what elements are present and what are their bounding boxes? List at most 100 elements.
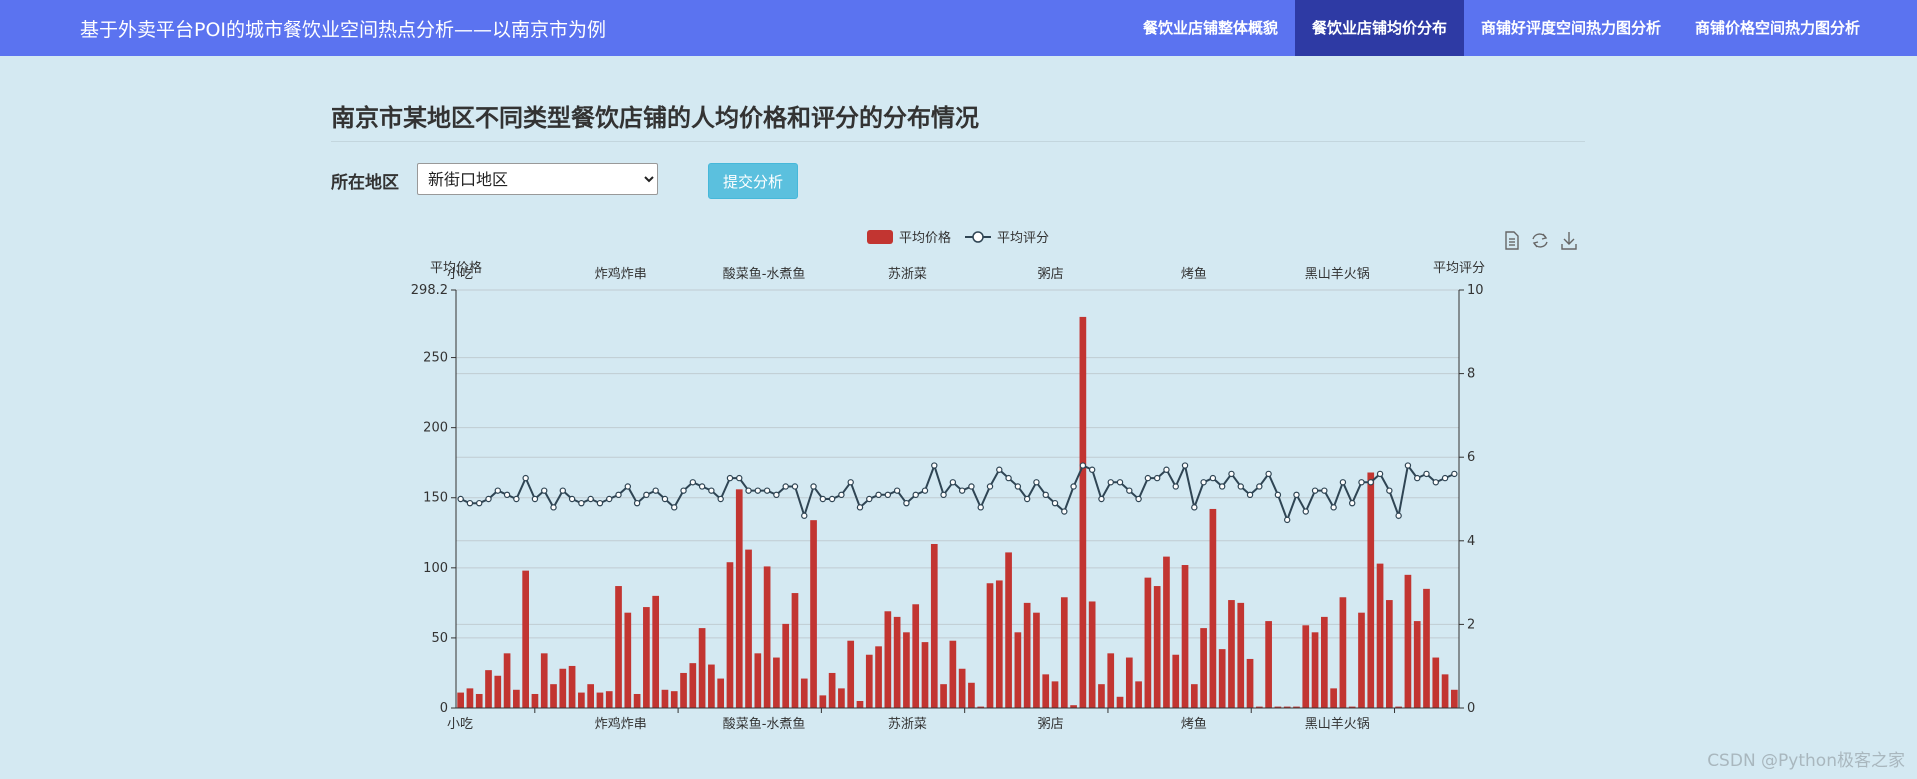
rating-point[interactable] — [513, 495, 520, 503]
price-bar[interactable] — [1172, 654, 1180, 708]
rating-point[interactable] — [1321, 487, 1328, 494]
rating-point[interactable] — [875, 491, 882, 499]
price-bar[interactable] — [1200, 628, 1207, 708]
rating-point[interactable] — [782, 483, 789, 490]
price-bar[interactable] — [763, 566, 771, 708]
rating-point[interactable] — [596, 499, 604, 507]
price-bar[interactable] — [1135, 681, 1142, 708]
price-bar[interactable] — [503, 653, 511, 708]
price-bar[interactable] — [819, 695, 827, 708]
price-bar[interactable] — [810, 520, 817, 708]
price-bar[interactable] — [605, 691, 613, 708]
price-bar[interactable] — [847, 640, 855, 708]
price-bar[interactable] — [1265, 621, 1272, 708]
price-bar[interactable] — [661, 689, 669, 708]
price-bar[interactable] — [949, 640, 957, 708]
price-bar[interactable] — [568, 665, 576, 708]
price-bar[interactable] — [1116, 696, 1124, 708]
rating-point[interactable] — [726, 474, 734, 482]
rating-point[interactable] — [736, 474, 743, 482]
rating-point[interactable] — [893, 487, 901, 494]
price-bar[interactable] — [838, 688, 845, 708]
price-bar[interactable] — [485, 670, 492, 708]
rating-point[interactable] — [828, 495, 836, 503]
price-bar[interactable] — [689, 663, 697, 708]
price-bar[interactable] — [1042, 674, 1050, 708]
price-bar[interactable] — [940, 684, 947, 708]
rating-point[interactable] — [1423, 470, 1430, 478]
rating-point[interactable] — [541, 487, 548, 494]
rating-point[interactable] — [1116, 479, 1124, 486]
rating-point[interactable] — [680, 487, 687, 494]
price-bar[interactable] — [652, 595, 660, 708]
rating-point[interactable] — [503, 491, 511, 499]
price-bar[interactable] — [1339, 597, 1347, 708]
rating-point[interactable] — [745, 487, 752, 494]
rating-point[interactable] — [1005, 474, 1012, 482]
price-bar[interactable] — [587, 684, 595, 708]
legend-bar-swatch[interactable] — [867, 230, 893, 244]
price-bar[interactable] — [754, 653, 762, 708]
price-bar[interactable] — [680, 672, 687, 708]
rating-point[interactable] — [689, 479, 697, 486]
price-bar[interactable] — [633, 693, 641, 708]
price-bar[interactable] — [1144, 577, 1152, 708]
price-bar[interactable] — [800, 678, 808, 708]
price-bar[interactable] — [773, 657, 780, 708]
rating-point[interactable] — [1163, 466, 1170, 473]
price-bar[interactable] — [522, 570, 529, 708]
legend-line-marker[interactable] — [972, 231, 984, 243]
rating-point[interactable] — [986, 483, 994, 490]
price-bar[interactable] — [1098, 684, 1105, 708]
price-bar[interactable] — [1320, 616, 1328, 708]
rating-point[interactable] — [968, 483, 975, 490]
price-bar[interactable] — [559, 668, 567, 708]
rating-point[interactable] — [550, 504, 557, 511]
rating-point[interactable] — [1376, 470, 1384, 478]
price-bar[interactable] — [995, 580, 1003, 708]
restore-icon[interactable] — [1532, 233, 1548, 248]
price-bar[interactable] — [1079, 316, 1087, 708]
rating-point[interactable] — [866, 495, 873, 503]
rating-point[interactable] — [1330, 504, 1337, 511]
rating-point[interactable] — [958, 487, 966, 494]
rating-point[interactable] — [996, 466, 1003, 473]
rating-point[interactable] — [801, 512, 808, 519]
rating-point[interactable] — [652, 487, 659, 494]
price-bar[interactable] — [596, 692, 604, 708]
rating-point[interactable] — [578, 499, 585, 507]
legend-rating-label[interactable]: 平均评分 — [997, 231, 1049, 246]
rating-point[interactable] — [1348, 499, 1356, 507]
price-bar[interactable] — [670, 691, 678, 708]
price-bar[interactable] — [1451, 689, 1458, 708]
rating-point[interactable] — [1274, 491, 1282, 499]
rating-point[interactable] — [1283, 516, 1291, 524]
rating-point[interactable] — [708, 487, 715, 494]
rating-point[interactable] — [1218, 483, 1226, 490]
price-bar[interactable] — [1014, 632, 1022, 708]
price-bar[interactable] — [1330, 688, 1337, 708]
rating-point[interactable] — [940, 491, 947, 499]
price-bar[interactable] — [1413, 621, 1421, 708]
price-bar[interactable] — [912, 604, 920, 708]
rating-point[interactable] — [819, 495, 827, 503]
rating-point[interactable] — [1042, 491, 1049, 499]
rating-point[interactable] — [847, 479, 854, 486]
price-bar[interactable] — [921, 642, 929, 708]
rating-point[interactable] — [633, 499, 641, 507]
legend-price-label[interactable]: 平均价格 — [899, 230, 951, 246]
rating-point[interactable] — [1414, 474, 1421, 482]
rating-point[interactable] — [1451, 470, 1458, 478]
rating-point[interactable] — [1358, 479, 1365, 486]
price-bar[interactable] — [1190, 684, 1198, 708]
price-bar[interactable] — [615, 586, 622, 708]
rating-point[interactable] — [1237, 483, 1244, 490]
rating-point[interactable] — [949, 479, 957, 486]
price-bar[interactable] — [624, 612, 632, 708]
price-bar[interactable] — [856, 700, 864, 708]
price-bar[interactable] — [828, 672, 836, 708]
price-bar[interactable] — [1023, 602, 1031, 708]
price-bar[interactable] — [893, 616, 901, 708]
rating-point[interactable] — [1033, 479, 1040, 486]
rating-point[interactable] — [1051, 499, 1059, 507]
